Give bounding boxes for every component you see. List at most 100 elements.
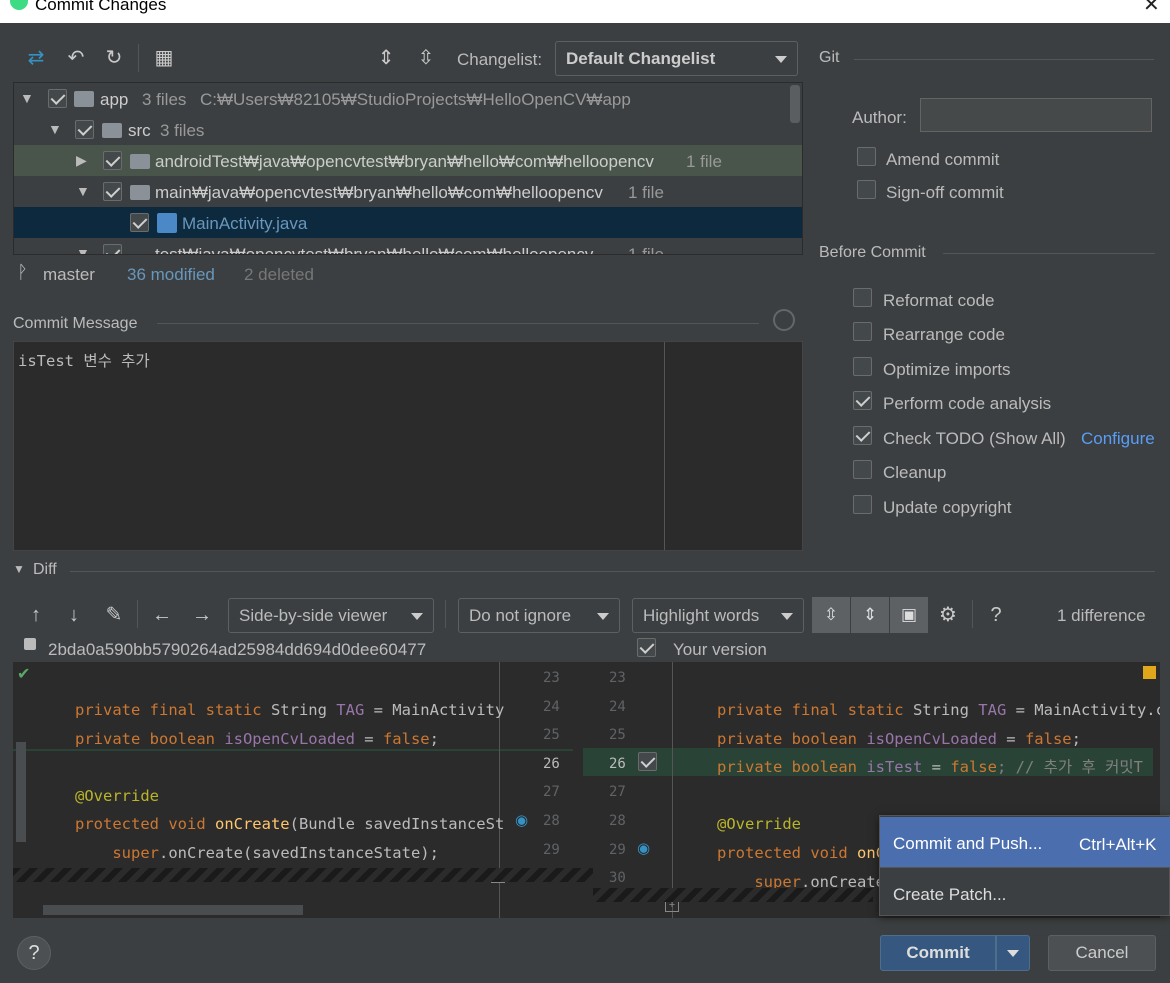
author-input[interactable]: [920, 98, 1152, 132]
tree-meta: 3 files: [142, 90, 187, 109]
git-section-title: Git: [819, 49, 840, 66]
horizontal-scrollbar[interactable]: [43, 905, 303, 915]
amend-checkbox[interactable]: [857, 147, 876, 166]
optimize-checkbox[interactable]: [853, 357, 872, 376]
chevron-down-icon: [1007, 950, 1019, 957]
override-marker-icon[interactable]: ◉: [515, 811, 528, 829]
right-line-number: 23: [609, 670, 626, 686]
highlight-select[interactable]: Highlight words: [632, 598, 804, 633]
deleted-count[interactable]: 2 deleted: [244, 265, 314, 285]
expand-arrow-icon[interactable]: ▼: [76, 245, 90, 254]
expand-arrow-icon[interactable]: ▼: [48, 121, 62, 137]
commit-message-label: Commit Message: [13, 315, 138, 332]
refresh-icon[interactable]: ↻: [102, 46, 126, 70]
mainactivity-checkbox[interactable]: [130, 213, 149, 232]
rollback-icon[interactable]: ↶: [64, 46, 88, 70]
todo-checkbox[interactable]: [853, 426, 872, 445]
expand-all-icon[interactable]: ⇕: [374, 46, 398, 70]
modified-count[interactable]: 36 modified: [127, 265, 215, 285]
rearrange-checkbox[interactable]: [853, 322, 872, 341]
settings-gear-icon[interactable]: ⚙: [936, 603, 960, 627]
tree-label: androidTest₩java₩opencvtest₩bryan₩hello₩…: [155, 152, 654, 171]
app-checkbox[interactable]: [48, 89, 67, 108]
folder-icon: [130, 185, 150, 200]
tree-meta: 3 files: [160, 121, 205, 140]
override-marker-icon[interactable]: ◉: [637, 839, 650, 857]
menu-item-shortcut: Ctrl+Alt+K: [1079, 835, 1157, 854]
show-diff-icon[interactable]: ⇄: [24, 46, 48, 70]
reformat-label: Reformat code: [883, 291, 995, 310]
tree-scrollbar[interactable]: [790, 85, 800, 123]
viewer-select[interactable]: Side-by-side viewer: [228, 598, 434, 633]
analysis-checkbox[interactable]: [853, 391, 872, 410]
right-line-number: 24: [609, 699, 626, 715]
expand-arrow-icon[interactable]: ▼: [20, 90, 34, 106]
collapse-unchanged-icon[interactable]: ⇳: [812, 597, 850, 633]
configure-link[interactable]: Configure: [1081, 429, 1155, 449]
left-line-number: 28: [543, 813, 560, 829]
help-icon[interactable]: ?: [984, 603, 1008, 627]
changes-tree: ▼ app 3 files C:₩Users₩82105₩StudioProje…: [13, 82, 803, 255]
right-revision: Your version: [673, 640, 767, 659]
close-icon[interactable]: ✕: [1143, 0, 1160, 17]
error-stripe-marker: [1143, 666, 1156, 679]
cleanup-checkbox[interactable]: [853, 460, 872, 479]
left-line-number: 26: [543, 756, 560, 772]
test-checkbox[interactable]: [103, 244, 122, 254]
commit-options-dropdown[interactable]: [996, 935, 1030, 971]
include-line-checkbox[interactable]: [638, 752, 657, 771]
tree-row-app[interactable]: ▼ app 3 files C:₩Users₩82105₩StudioProje…: [14, 83, 802, 114]
menu-item-label: Create Patch...: [893, 885, 1007, 904]
rearrange-label: Rearrange code: [883, 325, 1005, 344]
tree-row-src[interactable]: ▼ src 3 files: [14, 114, 802, 145]
commit-message-editor[interactable]: isTest 변수 추가: [13, 341, 803, 551]
expand-arrow-icon[interactable]: ▼: [76, 183, 90, 199]
ignore-select[interactable]: Do not ignore: [458, 598, 620, 633]
diff-section-title: Diff: [33, 561, 57, 578]
folder-icon: [130, 154, 150, 169]
history-clock-icon[interactable]: [773, 309, 795, 331]
cancel-button[interactable]: Cancel: [1048, 935, 1156, 971]
left-line-number: 27: [543, 784, 560, 800]
collapse-all-icon[interactable]: ⇳: [414, 46, 438, 70]
main-checkbox[interactable]: [103, 182, 122, 201]
sync-scroll-icon[interactable]: ⇕: [851, 597, 889, 633]
tree-row-mainactivity[interactable]: MainActivity.java: [14, 207, 802, 238]
commit-button[interactable]: Commit: [880, 935, 996, 971]
analysis-label: Perform code analysis: [883, 394, 1052, 413]
changelist-label: Changelist:: [457, 50, 543, 69]
your-version-checkbox[interactable]: [637, 638, 656, 657]
commit-and-push-item[interactable]: Commit and Push... Ctrl+Alt+K: [880, 817, 1170, 867]
tree-label: src: [128, 121, 151, 140]
create-patch-item[interactable]: Create Patch...: [880, 868, 1170, 916]
changelist-select[interactable]: Default Changelist: [555, 41, 798, 76]
signoff-checkbox[interactable]: [857, 180, 876, 199]
diff-collapse-icon[interactable]: ▼: [13, 562, 25, 576]
androidtest-checkbox[interactable]: [103, 151, 122, 170]
tree-meta: 1 file: [686, 152, 722, 171]
reformat-checkbox[interactable]: [853, 288, 872, 307]
before-commit-title: Before Commit: [819, 244, 926, 261]
left-scrollbar[interactable]: [16, 742, 26, 842]
copyright-checkbox[interactable]: [853, 495, 872, 514]
tree-row-androidtest[interactable]: ▶ androidTest₩java₩opencvtest₩bryan₩hell…: [14, 145, 802, 176]
tree-label: main₩java₩opencvtest₩bryan₩hello₩com₩hel…: [155, 183, 603, 202]
group-by-icon[interactable]: ▦: [152, 46, 176, 70]
tree-row-test[interactable]: ▼ test₩java₩opencvtest₩bryan₩hello₩com₩h…: [14, 238, 802, 254]
commit-options-popup: Commit and Push... Ctrl+Alt+K Create Pat…: [879, 815, 1170, 916]
help-button[interactable]: ?: [17, 936, 51, 970]
edit-source-icon[interactable]: ✎: [102, 603, 126, 627]
commit-message-text: isTest 변수 추가: [18, 352, 150, 370]
tree-row-main[interactable]: ▼ main₩java₩opencvtest₩bryan₩hello₩com₩h…: [14, 176, 802, 207]
next-diff-icon[interactable]: ↓: [62, 603, 86, 627]
right-line-number: 26: [609, 756, 626, 772]
java-file-icon: [157, 213, 177, 233]
collapse-arrow-icon[interactable]: ▶: [76, 152, 87, 169]
prev-file-icon[interactable]: ←: [150, 603, 174, 627]
tree-label: MainActivity.java: [182, 214, 308, 233]
src-checkbox[interactable]: [75, 120, 94, 139]
next-file-icon[interactable]: →: [190, 603, 214, 627]
prev-diff-icon[interactable]: ↑: [24, 603, 48, 627]
lock-icon[interactable]: ▣: [890, 597, 928, 633]
amend-label: Amend commit: [886, 150, 1000, 169]
